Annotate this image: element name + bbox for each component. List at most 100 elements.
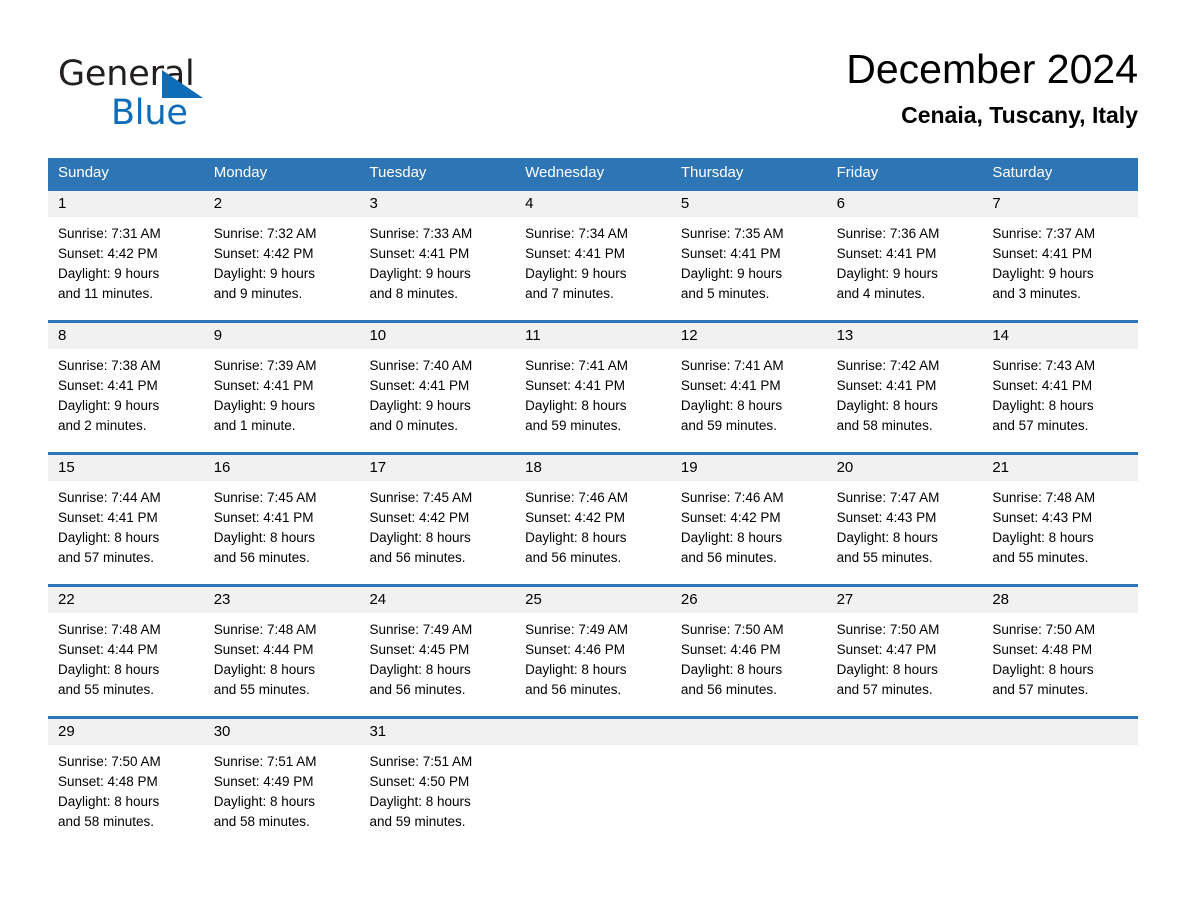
daylight-text-line1: Daylight: 8 hours — [836, 662, 938, 677]
daylight-text-line2: and 58 minutes. — [213, 814, 310, 829]
day-cell[interactable]: 16 Sunrise: 7:45 AM Sunset: 4:41 PM Dayligh… — [203, 455, 360, 584]
location-subtitle: Cenaia, Tuscany, Italy — [901, 102, 1138, 128]
sunrise-text: Sunrise: 7:40 AM — [369, 358, 473, 373]
day-cell[interactable]: 4 Sunrise: 7:34 AM Sunset: 4:41 PM Daylight… — [515, 191, 671, 320]
daylight-text-line1: Daylight: 8 hours — [680, 662, 783, 677]
day-cell[interactable]: 26 Sunrise: 7:50 AM Sunset: 4:46 PM Dayligh… — [670, 587, 827, 716]
daylight-text-line1: Daylight: 8 hours — [992, 662, 1094, 677]
day-cell[interactable]: 3 Sunrise: 7:33 AM Sunset: 4:41 PM Daylight… — [359, 191, 516, 320]
day-cell[interactable]: 30 Sunrise: 7:51 AM Sunset: 4:49 PM Dayligh… — [203, 719, 360, 848]
daylight-text-line1: Daylight: 8 hours — [58, 530, 160, 545]
daylight-text-line2: and 56 minutes. — [680, 550, 777, 565]
day-cell[interactable]: 12 Sunrise: 7:41 AM Sunset: 4:41 PM Dayligh… — [670, 323, 827, 452]
daylight-text-line1: Daylight: 8 hours — [213, 530, 316, 545]
day-details: Sunrise: 7:32 AM Sunset: 4:42 PM Daylight:… — [204, 217, 360, 304]
sunrise-text: Sunrise: 7:47 AM — [836, 490, 940, 505]
day-number: 14 — [982, 323, 1139, 349]
day-cell[interactable]: 21 Sunrise: 7:48 AM Sunset: 4:43 PM Dayligh… — [982, 455, 1139, 584]
day-number: 23 — [203, 587, 360, 613]
week-row: 22 Sunrise: 7:48 AM Sunset: 4:44 PM Dayligh… — [48, 584, 1139, 716]
daylight-text-line1: Daylight: 8 hours — [525, 530, 627, 545]
day-cell[interactable]: 6 Sunrise: 7:36 AM Sunset: 4:41 PM Daylight… — [826, 191, 983, 320]
sunrise-text: Sunrise: 7:50 AM — [992, 622, 1096, 637]
daylight-text-line2: and 56 minutes. — [213, 550, 310, 565]
title-block: December 2024 Cenaia, Tuscany, Italy — [846, 44, 1138, 129]
sunrise-text: Sunrise: 7:50 AM — [680, 622, 784, 637]
day-number — [670, 719, 827, 745]
daylight-text-line1: Daylight: 9 hours — [369, 398, 471, 413]
day-number: 27 — [826, 587, 983, 613]
sunset-text: Sunset: 4:48 PM — [992, 642, 1093, 657]
week-row: 8 Sunrise: 7:38 AM Sunset: 4:41 PM Daylight… — [48, 320, 1139, 452]
daylight-text-line2: and 58 minutes. — [58, 814, 155, 829]
day-details: Sunrise: 7:46 AM Sunset: 4:42 PM Daylight:… — [671, 481, 827, 568]
daylight-text-line1: Daylight: 9 hours — [525, 266, 627, 281]
sunset-text: Sunset: 4:44 PM — [58, 642, 158, 657]
day-cell[interactable]: 10 Sunrise: 7:40 AM Sunset: 4:41 PM Dayligh… — [359, 323, 516, 452]
day-cell[interactable]: 18 Sunrise: 7:46 AM Sunset: 4:42 PM Dayligh… — [515, 455, 671, 584]
day-details: Sunrise: 7:45 AM Sunset: 4:41 PM Daylight:… — [204, 481, 360, 568]
day-cell[interactable]: 11 Sunrise: 7:41 AM Sunset: 4:41 PM Dayligh… — [515, 323, 671, 452]
day-cell[interactable]: 17 Sunrise: 7:45 AM Sunset: 4:42 PM Dayligh… — [359, 455, 516, 584]
daylight-text-line1: Daylight: 8 hours — [213, 662, 316, 677]
daylight-text-line2: and 59 minutes. — [525, 418, 622, 433]
sunset-text: Sunset: 4:44 PM — [213, 642, 314, 657]
day-details: Sunrise: 7:48 AM Sunset: 4:44 PM Daylight:… — [48, 613, 204, 700]
day-cell[interactable]: 5 Sunrise: 7:35 AM Sunset: 4:41 PM Daylight… — [670, 191, 827, 320]
day-cell[interactable]: 22 Sunrise: 7:48 AM Sunset: 4:44 PM Dayligh… — [48, 587, 204, 716]
sunrise-text: Sunrise: 7:46 AM — [525, 490, 628, 505]
day-cell-empty — [670, 719, 827, 848]
sunset-text: Sunset: 4:50 PM — [369, 774, 470, 789]
day-cell[interactable]: 27 Sunrise: 7:50 AM Sunset: 4:47 PM Dayligh… — [826, 587, 983, 716]
day-cell[interactable]: 24 Sunrise: 7:49 AM Sunset: 4:45 PM Dayligh… — [359, 587, 516, 716]
weekday-header-sunday: Sunday — [58, 164, 109, 181]
day-details: Sunrise: 7:45 AM Sunset: 4:42 PM Daylight:… — [359, 481, 515, 568]
sunrise-text: Sunrise: 7:48 AM — [58, 622, 161, 637]
day-cell[interactable]: 1 Sunrise: 7:31 AM Sunset: 4:42 PM Daylight… — [48, 191, 204, 320]
day-cell[interactable]: 29 Sunrise: 7:50 AM Sunset: 4:48 PM Dayligh… — [48, 719, 204, 848]
sunset-text: Sunset: 4:43 PM — [992, 510, 1093, 525]
daylight-text-line1: Daylight: 8 hours — [369, 794, 471, 809]
sunset-text: Sunset: 4:41 PM — [213, 510, 314, 525]
daylight-text-line2: and 11 minutes. — [58, 286, 154, 301]
day-number: 28 — [982, 587, 1139, 613]
day-cell[interactable]: 23 Sunrise: 7:48 AM Sunset: 4:44 PM Dayligh… — [203, 587, 360, 716]
day-number: 7 — [982, 191, 1139, 217]
daylight-text-line1: Daylight: 8 hours — [680, 530, 783, 545]
day-cell[interactable]: 19 Sunrise: 7:46 AM Sunset: 4:42 PM Dayligh… — [670, 455, 827, 584]
day-cell[interactable]: 25 Sunrise: 7:49 AM Sunset: 4:46 PM Dayligh… — [515, 587, 671, 716]
day-number: 24 — [359, 587, 516, 613]
day-cell[interactable]: 20 Sunrise: 7:47 AM Sunset: 4:43 PM Dayligh… — [826, 455, 983, 584]
sunrise-text: Sunrise: 7:50 AM — [836, 622, 940, 637]
daylight-text-line1: Daylight: 9 hours — [213, 266, 316, 281]
day-number: 29 — [48, 719, 204, 745]
day-number — [982, 719, 1139, 745]
daylight-text-line2: and 0 minutes. — [369, 418, 458, 433]
general-blue-logo[interactable]: General Blue — [58, 54, 358, 134]
sunrise-text: Sunrise: 7:51 AM — [213, 754, 317, 769]
day-cell[interactable]: 8 Sunrise: 7:38 AM Sunset: 4:41 PM Daylight… — [48, 323, 204, 452]
day-number: 1 — [48, 191, 204, 217]
day-details — [827, 745, 983, 752]
day-cell[interactable]: 2 Sunrise: 7:32 AM Sunset: 4:42 PM Daylight… — [203, 191, 360, 320]
daylight-text-line2: and 4 minutes. — [836, 286, 926, 301]
day-cell[interactable]: 28 Sunrise: 7:50 AM Sunset: 4:48 PM Dayligh… — [982, 587, 1139, 716]
day-number: 20 — [826, 455, 983, 481]
day-cell[interactable]: 15 Sunrise: 7:44 AM Sunset: 4:41 PM Dayligh… — [48, 455, 204, 584]
day-cell[interactable]: 14 Sunrise: 7:43 AM Sunset: 4:41 PM Dayligh… — [982, 323, 1139, 452]
day-details: Sunrise: 7:37 AM Sunset: 4:41 PM Daylight:… — [982, 217, 1138, 304]
daylight-text-line1: Daylight: 8 hours — [992, 398, 1094, 413]
sunrise-text: Sunrise: 7:49 AM — [369, 622, 473, 637]
sunrise-text: Sunrise: 7:35 AM — [680, 226, 784, 241]
day-cell[interactable]: 9 Sunrise: 7:39 AM Sunset: 4:41 PM Daylight… — [203, 323, 360, 452]
sunset-text: Sunset: 4:43 PM — [836, 510, 937, 525]
daylight-text-line2: and 3 minutes. — [992, 286, 1081, 301]
day-cell[interactable]: 7 Sunrise: 7:37 AM Sunset: 4:41 PM Daylight… — [982, 191, 1139, 320]
daylight-text-line1: Daylight: 8 hours — [992, 530, 1094, 545]
sunrise-text: Sunrise: 7:39 AM — [213, 358, 317, 373]
week-row: 29 Sunrise: 7:50 AM Sunset: 4:48 PM Dayligh… — [48, 716, 1139, 848]
day-number: 12 — [670, 323, 827, 349]
day-cell[interactable]: 13 Sunrise: 7:42 AM Sunset: 4:41 PM Dayligh… — [826, 323, 983, 452]
day-cell[interactable]: 31 Sunrise: 7:51 AM Sunset: 4:50 PM Dayligh… — [359, 719, 516, 848]
daylight-text-line2: and 57 minutes. — [836, 682, 933, 697]
